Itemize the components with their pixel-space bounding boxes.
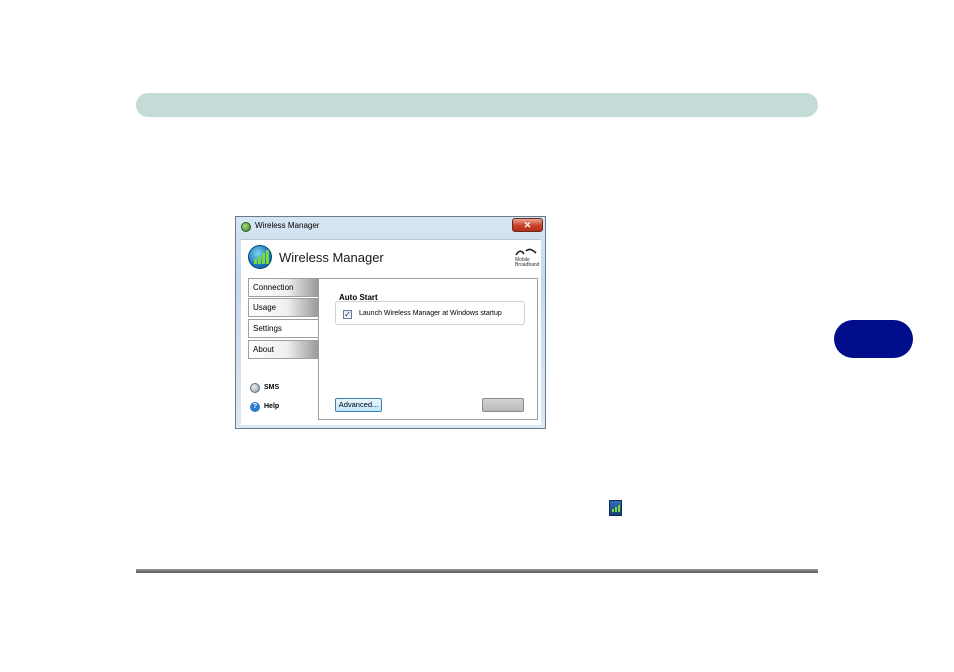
nav-item-label: Usage xyxy=(253,303,277,312)
sms-link[interactable]: SMS xyxy=(264,384,279,391)
help-link[interactable]: Help xyxy=(264,403,279,410)
help-icon[interactable]: ? xyxy=(250,402,260,412)
sms-icon[interactable] xyxy=(250,383,260,393)
page-header-bar xyxy=(136,93,818,117)
mobile-broadband-logo-text: Mobile Broadband xyxy=(515,257,540,268)
signal-globe-icon xyxy=(248,245,272,269)
window-title: Wireless Manager xyxy=(255,221,320,230)
nav-item-usage[interactable]: Usage xyxy=(248,298,318,317)
close-button[interactable]: ✕ xyxy=(512,218,543,232)
globe-icon xyxy=(241,222,251,232)
advanced-button[interactable]: Advanced... xyxy=(335,398,382,412)
nav-item-label: Settings xyxy=(253,324,282,333)
apply-button-disabled xyxy=(482,398,524,412)
title-bar[interactable]: Wireless Manager ✕ xyxy=(236,217,545,237)
window-body: Connection Usage Settings About SMS ? He… xyxy=(241,273,541,425)
launch-at-startup-checkbox[interactable]: ✓ xyxy=(343,310,352,319)
app-title: Wireless Manager xyxy=(279,250,384,265)
auto-start-title: Auto Start xyxy=(339,293,378,302)
wireless-manager-window: Wireless Manager ✕ Wireless Manager Mobi… xyxy=(235,216,546,429)
nav-item-connection[interactable]: Connection xyxy=(248,278,318,297)
nav-item-label: Connection xyxy=(253,283,294,292)
page-footer-line xyxy=(136,569,818,573)
app-header: Wireless Manager Mobile Broadband xyxy=(241,239,541,274)
settings-panel: ✓ Launch Wireless Manager at Windows sta… xyxy=(318,278,538,420)
nav-item-label: About xyxy=(253,345,274,354)
nav-item-about[interactable]: About xyxy=(248,340,318,359)
launch-at-startup-label[interactable]: Launch Wireless Manager at Windows start… xyxy=(359,310,502,317)
wireless-manager-tray-icon xyxy=(609,500,622,516)
auto-start-group: ✓ Launch Wireless Manager at Windows sta… xyxy=(335,301,525,325)
nav-item-settings[interactable]: Settings xyxy=(248,319,318,338)
chapter-tab xyxy=(834,320,913,358)
